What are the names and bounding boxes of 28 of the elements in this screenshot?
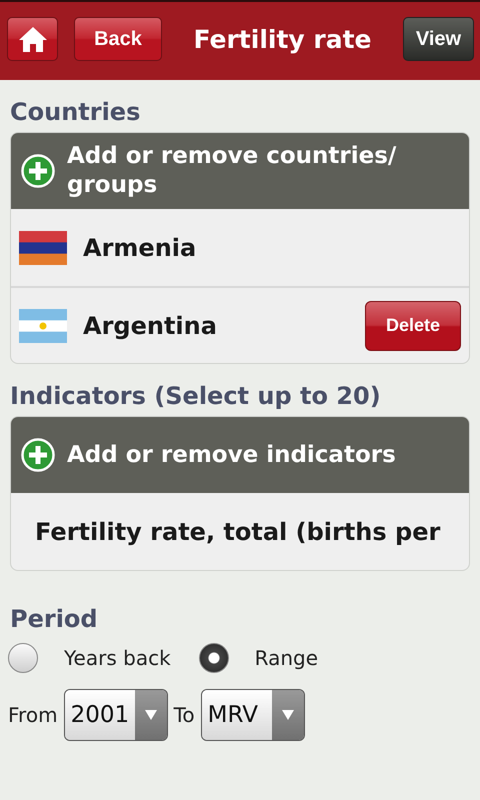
- to-label: To: [174, 703, 195, 727]
- plus-icon: [21, 438, 55, 472]
- radio-button[interactable]: [8, 643, 38, 673]
- back-button[interactable]: Back: [74, 17, 162, 61]
- indicator-name: Fertility rate, total (births per: [35, 518, 440, 546]
- from-dropdown[interactable]: 2001: [64, 689, 168, 741]
- home-button[interactable]: [7, 17, 58, 61]
- caret-icon: [280, 709, 295, 721]
- plus-icon: [21, 154, 55, 188]
- radio-label: Years back: [64, 646, 171, 670]
- radio-label: Range: [254, 646, 318, 670]
- home-icon: [18, 25, 48, 53]
- country-name: Argentina: [83, 312, 218, 340]
- to-dropdown[interactable]: MRV: [200, 689, 305, 741]
- from-label: From: [8, 703, 58, 727]
- delete-button[interactable]: Delete: [365, 300, 461, 350]
- section-heading: Countries: [9, 97, 142, 128]
- section-heading: Period: [9, 604, 99, 635]
- caret-icon: [144, 709, 158, 721]
- country-name: Armenia: [83, 234, 198, 262]
- section-heading: Indicators (Select up to 20): [9, 381, 382, 412]
- add-indicators-button[interactable]: Add or remove indicators: [11, 417, 469, 493]
- page-title: Fertility rate: [192, 24, 373, 54]
- flag-icon: [19, 230, 67, 264]
- add-countries-button[interactable]: Add or remove countries/ groups: [11, 133, 469, 209]
- view-button[interactable]: View: [403, 17, 474, 61]
- radio-button[interactable]: [198, 643, 229, 673]
- flag-icon: [19, 308, 67, 342]
